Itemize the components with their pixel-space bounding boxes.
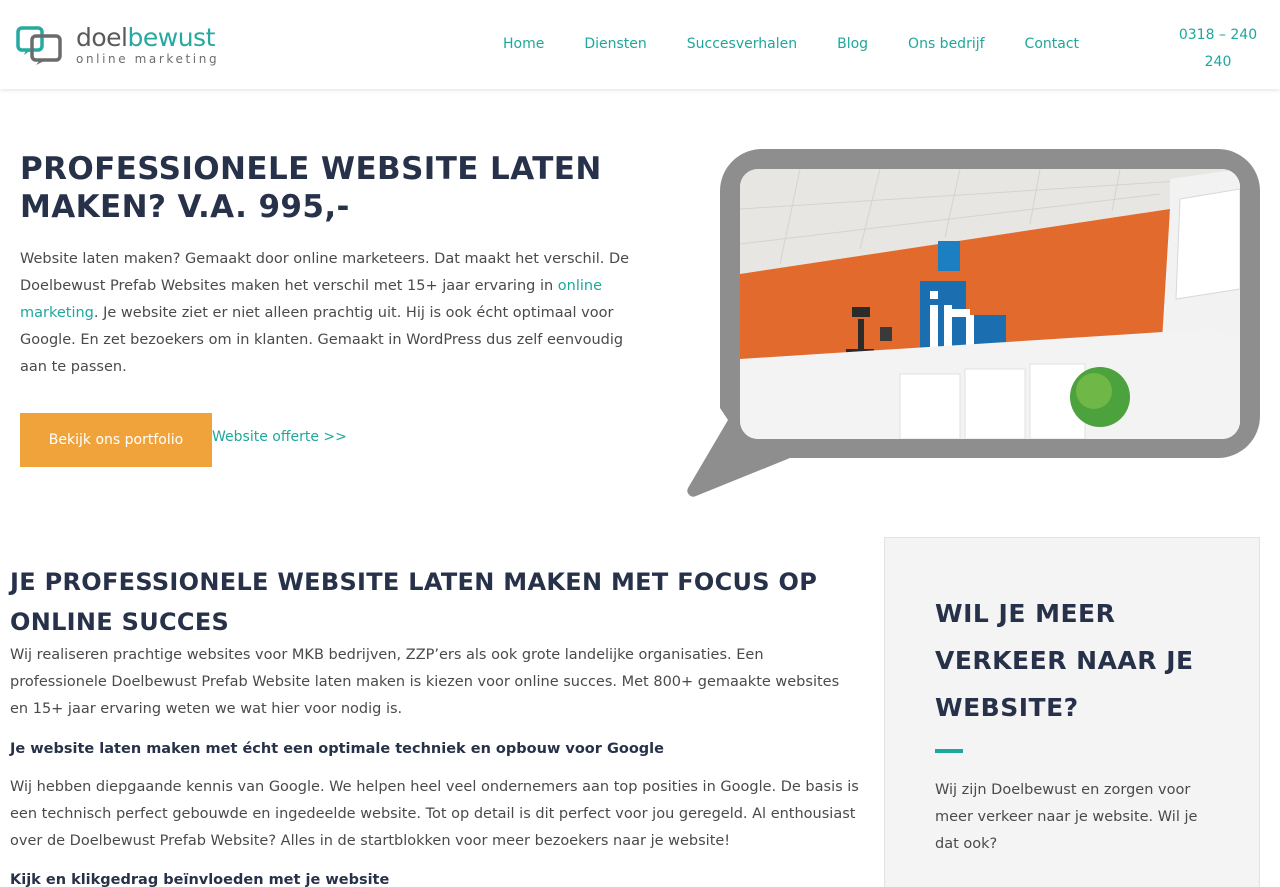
office-photo — [740, 169, 1240, 439]
nav-item-diensten[interactable]: Diensten — [584, 34, 646, 54]
nav-item-contact[interactable]: Contact — [1025, 34, 1079, 54]
phone-link[interactable]: 0318 – 240 240 — [1168, 22, 1268, 76]
techniek-subheading: Je website laten maken met écht een opti… — [10, 741, 664, 757]
site-header: doelbewust online marketing Home Dienste… — [0, 0, 1280, 89]
portfolio-button[interactable]: Bekijk ons portfolio — [20, 413, 212, 467]
main-nav: Home Diensten Succesverhalen Blog Ons be… — [503, 34, 1079, 54]
phone-line-2: 240 — [1204, 54, 1232, 70]
logo-tagline: online marketing — [76, 52, 220, 66]
nav-item-ons-bedrijf[interactable]: Ons bedrijf — [908, 34, 985, 54]
logo-wordmark: doelbewust — [76, 23, 215, 52]
card-divider — [935, 749, 963, 753]
logo-speech-bubbles-icon — [16, 26, 62, 65]
nav-item-blog[interactable]: Blog — [837, 34, 868, 54]
hero-intro: Website laten maken? Gemaakt door online… — [20, 251, 630, 375]
card-title: WIL JE MEER VERKEER NAAR JE WEBSITE? — [935, 599, 1194, 722]
section-intro-paragraph: Wij realiseren prachtige websites voor M… — [10, 647, 840, 717]
hero-title: PROFESSIONELE WEBSITE LATEN MAKEN? V.A. … — [20, 151, 602, 225]
nav-item-home[interactable]: Home — [503, 34, 544, 54]
logo[interactable]: doelbewust online marketing — [16, 24, 230, 66]
website-offerte-link[interactable]: Website offerte >> — [212, 427, 347, 447]
phone-line-1: 0318 – 240 — [1178, 27, 1258, 43]
card-text: Wij zijn Doelbewust en zorgen voor meer … — [935, 782, 1198, 852]
nav-item-succesverhalen[interactable]: Succesverhalen — [687, 34, 797, 54]
klikgedrag-subheading: Kijk en klikgedrag beïnvloeden met je we… — [10, 872, 390, 887]
google-paragraph: Wij hebben diepgaande kennis van Google.… — [10, 779, 859, 849]
traffic-cta-card: WIL JE MEER VERKEER NAAR JE WEBSITE? Wij… — [884, 537, 1260, 887]
section-title: JE PROFESSIONELE WEBSITE LATEN MAKEN MET… — [10, 568, 818, 636]
